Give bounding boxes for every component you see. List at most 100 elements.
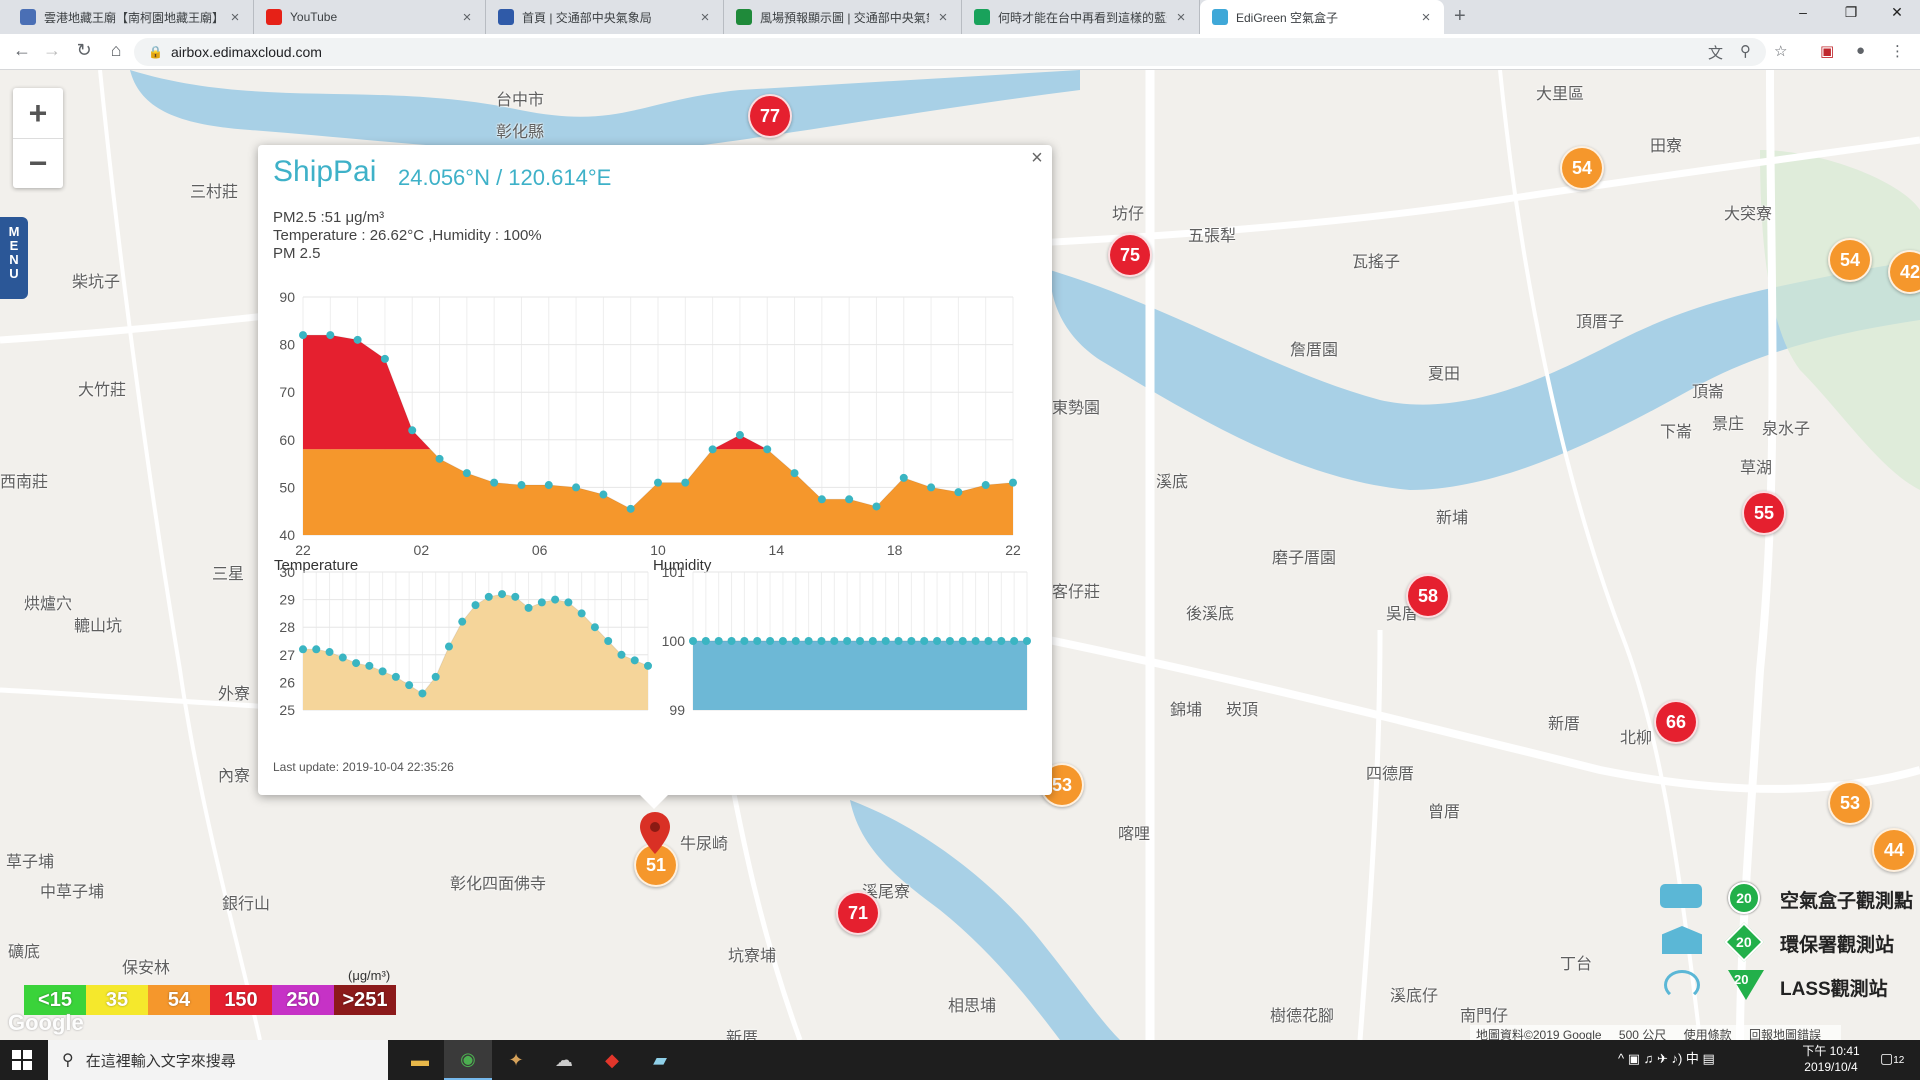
- minimize-button[interactable]: –: [1780, 4, 1826, 20]
- maximize-button[interactable]: ❐: [1828, 4, 1874, 21]
- data-point: [551, 595, 560, 604]
- map-canvas[interactable]: 台中市 彰化縣 三村莊 柴坑子 大竹莊 西南莊 三星 烘爐穴 轆山坑 外寮 內寮 草子埔 中草子埔 銀行山…: [0, 70, 1920, 1040]
- extension-icon[interactable]: ▣: [1820, 42, 1834, 60]
- pm25-chart: 40506070809022 02 06 10 14 18 22: [279, 289, 1021, 555]
- app-icon[interactable]: ✦: [492, 1040, 540, 1080]
- notification-icon[interactable]: ▢12: [1880, 1050, 1904, 1067]
- place-label: 五張犁: [1188, 228, 1237, 245]
- station-marker[interactable]: 55: [1742, 491, 1786, 535]
- menu-button[interactable]: MENU: [0, 217, 28, 299]
- place-label: 轆山坑: [74, 618, 123, 635]
- tab-1[interactable]: 雲港地藏王廟【南柯園地藏王廟】 ×: [8, 0, 254, 34]
- map-data-credit: 地圖資料©2019 Google: [1476, 1028, 1602, 1040]
- taskbar-search[interactable]: ⚲ 在這裡輸入文字來搜尋: [48, 1040, 388, 1080]
- close-icon[interactable]: ×: [935, 9, 951, 26]
- windows-start-icon[interactable]: [12, 1050, 32, 1070]
- data-point: [644, 661, 652, 670]
- app-icon[interactable]: ☁: [540, 1040, 588, 1080]
- place-label: 樹德花腳: [1270, 1008, 1335, 1025]
- place-label: 草湖: [1740, 460, 1773, 477]
- back-icon[interactable]: ←: [10, 40, 34, 61]
- data-point: [727, 637, 736, 645]
- station-marker[interactable]: 44: [1872, 828, 1916, 872]
- station-type-airbox[interactable]: 20 空氣盒子觀測點: [1660, 878, 1920, 918]
- station-marker[interactable]: 71: [836, 891, 880, 935]
- bookmark-star-icon[interactable]: ☆: [1774, 42, 1787, 60]
- data-point: [517, 481, 526, 490]
- place-label: 大竹莊: [78, 382, 127, 399]
- station-marker[interactable]: 53: [1828, 781, 1872, 825]
- chrome-icon[interactable]: ◉: [444, 1040, 492, 1080]
- place-label: 溪底仔: [1390, 988, 1439, 1005]
- new-tab-button[interactable]: +: [1454, 5, 1466, 28]
- tab-3[interactable]: 首頁 | 交通部中央氣象局 ×: [486, 0, 724, 34]
- station-marker[interactable]: 54: [1828, 238, 1872, 282]
- zoom-icon[interactable]: ⚲: [1740, 42, 1751, 60]
- tab-6-active[interactable]: EdiGreen 空氣盒子 ×: [1200, 0, 1444, 34]
- address-bar[interactable]: 🔒 airbox.edimaxcloud.com: [134, 38, 1766, 66]
- close-icon[interactable]: ×: [227, 9, 243, 26]
- close-icon[interactable]: ×: [1173, 9, 1189, 26]
- forward-icon[interactable]: →: [40, 40, 64, 61]
- tab-strip: 雲港地藏王廟【南柯園地藏王廟】 × YouTube × 首頁 | 交通部中央氣象…: [0, 0, 1920, 34]
- y-tick-label: 99: [669, 702, 685, 718]
- menu-letter: N: [9, 252, 19, 267]
- report-error-link[interactable]: 回報地圖錯誤: [1749, 1028, 1821, 1040]
- y-tick-label: 30: [279, 564, 295, 580]
- reload-icon[interactable]: ↻: [72, 40, 96, 61]
- place-label: 景庄: [1712, 416, 1745, 433]
- building-icon: [1662, 926, 1702, 954]
- profile-icon[interactable]: ●: [1856, 42, 1865, 59]
- data-point: [899, 473, 908, 482]
- close-icon[interactable]: ×: [459, 9, 475, 26]
- data-point: [462, 469, 471, 478]
- place-label: 坊仔: [1112, 206, 1145, 223]
- data-point: [958, 637, 967, 645]
- data-point: [845, 495, 854, 504]
- station-marker[interactable]: 58: [1406, 574, 1450, 618]
- data-point: [984, 637, 993, 645]
- file-explorer-icon[interactable]: ▬: [396, 1040, 444, 1080]
- aqi-legend-cell: 54: [148, 985, 210, 1015]
- terms-link[interactable]: 使用條款: [1684, 1028, 1732, 1040]
- station-type-epa[interactable]: 20 環保署觀測站: [1660, 922, 1920, 962]
- clock[interactable]: 下午 10:41 2019/10/4: [1800, 1043, 1862, 1075]
- zoom-in-button[interactable]: +: [13, 88, 63, 138]
- tab-5[interactable]: 何時才能在台中再看到這樣的藍天 ×: [962, 0, 1200, 34]
- data-point: [391, 672, 400, 681]
- zoom-control: + −: [13, 88, 63, 188]
- marker-number: 20: [1736, 933, 1752, 950]
- data-point: [577, 609, 586, 618]
- y-tick-label: 80: [279, 337, 295, 353]
- menu-kebab-icon[interactable]: ⋮: [1890, 42, 1905, 60]
- station-marker[interactable]: 54: [1560, 146, 1604, 190]
- aqi-legend-cell: 150: [210, 985, 272, 1015]
- station-marker[interactable]: 75: [1108, 233, 1152, 277]
- app-icon[interactable]: ▰: [636, 1040, 684, 1080]
- station-marker[interactable]: 77: [748, 94, 792, 138]
- data-point: [617, 650, 626, 659]
- data-point: [920, 637, 929, 645]
- window-close-button[interactable]: ✕: [1874, 4, 1920, 21]
- scale-bar: 500 公尺: [1618, 1028, 1667, 1040]
- place-label: 三村莊: [190, 184, 239, 201]
- location-pin-icon[interactable]: [640, 812, 670, 854]
- station-type-lass[interactable]: 20 LASS觀測站: [1660, 966, 1920, 1006]
- last-update: Last update: 2019-10-04 22:35:26: [273, 760, 454, 774]
- data-point: [708, 445, 717, 454]
- home-icon[interactable]: ⌂: [104, 40, 128, 61]
- system-tray[interactable]: ^ ▣ ♫ ✈ ♪) 中 ▤: [1618, 1048, 1715, 1067]
- tab-2[interactable]: YouTube ×: [254, 0, 486, 34]
- translate-icon[interactable]: 文: [1708, 42, 1723, 63]
- close-icon[interactable]: ×: [697, 9, 713, 26]
- page-icon: [20, 9, 36, 25]
- app-icon[interactable]: ◆: [588, 1040, 636, 1080]
- place-label: 崁頂: [1226, 702, 1259, 719]
- close-icon[interactable]: ×: [1418, 9, 1434, 26]
- data-point: [458, 617, 467, 626]
- station-type-label: 空氣盒子觀測點: [1780, 891, 1914, 912]
- station-marker[interactable]: 66: [1654, 700, 1698, 744]
- tab-4[interactable]: 風場預報顯示圖 | 交通部中央氣象局 ×: [724, 0, 962, 34]
- data-point: [872, 502, 881, 511]
- zoom-out-button[interactable]: −: [13, 138, 63, 188]
